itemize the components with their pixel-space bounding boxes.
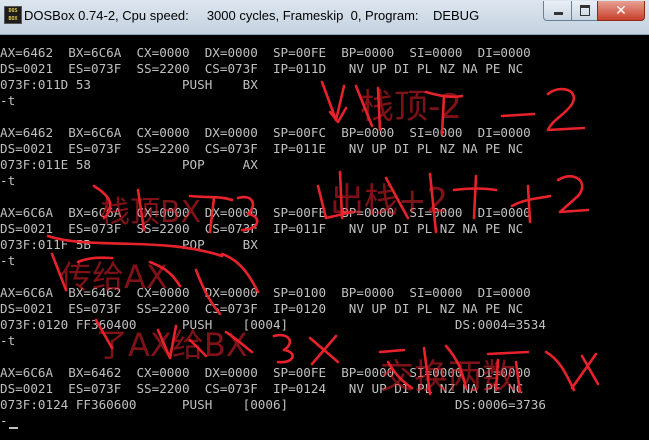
console-line: 073F:011F 5B POP BX xyxy=(0,237,258,252)
dos-console[interactable]: AX=6462 BX=6C6A CX=0000 DX=0000 SP=00FE … xyxy=(0,35,649,440)
maximize-icon xyxy=(580,5,590,16)
console-line: 073F:011E 58 POP AX xyxy=(0,157,258,172)
console-line: DS=0021 ES=073F SS=2200 CS=073F IP=011E … xyxy=(0,141,524,156)
console-line: -t xyxy=(0,173,16,188)
close-icon: ✕ xyxy=(615,2,627,19)
console-prompt: - xyxy=(0,413,8,428)
console-line: DS=0021 ES=073F SS=2200 CS=073F IP=011F … xyxy=(0,221,524,236)
dosbox-icon[interactable]: DOS BOX xyxy=(4,6,22,24)
console-line: AX=6C6A BX=6462 CX=0000 DX=0000 SP=0100 … xyxy=(0,285,531,300)
console-line: AX=6C6A BX=6462 CX=0000 DX=0000 SP=00FE … xyxy=(0,365,531,380)
console-line: 073F:0124 FF360600 PUSH [0006] DS:0006=3… xyxy=(0,397,546,412)
console-line: 073F:011D 53 PUSH BX xyxy=(0,77,258,92)
text-cursor xyxy=(9,427,18,429)
maximize-button[interactable] xyxy=(571,1,599,21)
minimize-button[interactable] xyxy=(543,1,573,21)
console-line: DS=0021 ES=073F SS=2200 CS=073F IP=011D … xyxy=(0,61,524,76)
console-line: AX=6462 BX=6C6A CX=0000 DX=0000 SP=00FC … xyxy=(0,125,531,140)
close-button[interactable]: ✕ xyxy=(597,1,645,21)
console-line: AX=6462 BX=6C6A CX=0000 DX=0000 SP=00FE … xyxy=(0,45,531,60)
console-line: DS=0021 ES=073F SS=2200 CS=073F IP=0120 … xyxy=(0,301,524,316)
minimize-icon xyxy=(553,12,563,15)
console-line: AX=6C6A BX=6C6A CX=0000 DX=0000 SP=00FE … xyxy=(0,205,531,220)
console-line: -t xyxy=(0,253,16,268)
console-line: -t xyxy=(0,333,16,348)
console-line: 073F:0120 FF360400 PUSH [0004] DS:0004=3… xyxy=(0,317,546,332)
window-titlebar[interactable]: DOS BOX DOSBox 0.74-2, Cpu speed: 3000 cy… xyxy=(0,0,649,35)
window-title: DOSBox 0.74-2, Cpu speed: 3000 cycles, F… xyxy=(24,8,480,23)
console-line: DS=0021 ES=073F SS=2200 CS=073F IP=0124 … xyxy=(0,381,524,396)
console-line: -t xyxy=(0,93,16,108)
